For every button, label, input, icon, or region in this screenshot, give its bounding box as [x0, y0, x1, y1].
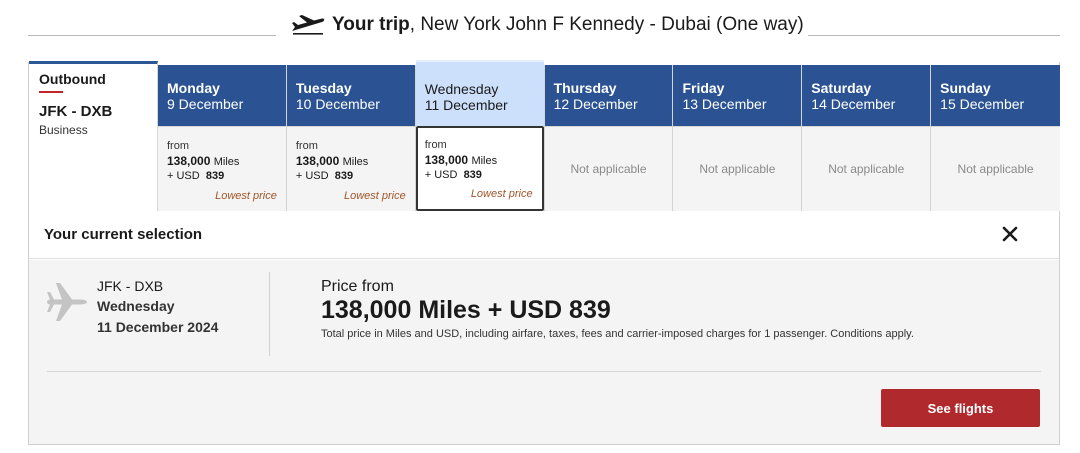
outbound-route: JFK - DXB	[39, 103, 113, 120]
lowest-price-label: Lowest price	[215, 190, 277, 202]
lowest-price-label: Lowest price	[343, 190, 406, 202]
fare-miles-value: 138,000	[295, 154, 340, 168]
day-name: Thursday	[553, 80, 617, 96]
outbound-label: Outbound	[39, 71, 106, 87]
selection-day: Wednesday	[97, 298, 175, 314]
day-date: 10 December	[295, 96, 380, 112]
fare-usd-prefix: + USD	[295, 170, 329, 182]
fare-miles-value: 138,000	[424, 153, 469, 167]
day-fare: Not applicable	[931, 126, 1061, 211]
fare-usd: + USD 839	[167, 170, 224, 182]
header-rule-left	[28, 35, 276, 36]
day-header: Saturday 14 December	[802, 65, 931, 126]
day-header: Friday 13 December	[673, 65, 802, 126]
day-date: 9 December	[167, 96, 244, 112]
close-icon[interactable]	[999, 223, 1021, 245]
fare-miles: 138,000 Miles	[296, 154, 368, 168]
day-header: Tuesday 10 December	[286, 65, 415, 126]
fare-usd-value: 839	[205, 170, 225, 182]
selection-header: Your current selection	[29, 211, 1059, 259]
fare-from: from	[424, 139, 447, 151]
fare-usd-value: 839	[463, 169, 482, 181]
day-name: Sunday	[940, 80, 991, 96]
plane-takeoff-icon	[290, 14, 326, 36]
fare-miles-unit: Miles	[471, 155, 498, 167]
day-fare[interactable]: from 138,000 Miles + USD 839 Lowest pric…	[415, 126, 544, 211]
fare-miles: 138,000 Miles	[167, 154, 239, 168]
selection-title: Your current selection	[44, 226, 203, 243]
plane-icon	[43, 278, 91, 326]
fare-usd: + USD 839	[296, 170, 353, 182]
not-applicable-label: Not applicable	[828, 162, 905, 176]
trip-title-route: , New York John F Kennedy - Dubai (One w…	[409, 14, 804, 35]
not-applicable-label: Not applicable	[957, 162, 1034, 176]
day-sunday: Sunday 15 December Not applicable	[931, 65, 1061, 211]
day-monday[interactable]: Monday 9 December from 138,000 Miles + U…	[158, 65, 287, 211]
selection-body: JFK - DXB Wednesday 11 December 2024 Pri…	[29, 260, 1059, 444]
day-header: Monday 9 December	[158, 65, 286, 126]
fare-usd-prefix: + USD	[167, 170, 200, 182]
day-header: Wednesday 11 December	[415, 60, 544, 126]
fare-miles-unit: Miles	[213, 156, 240, 168]
day-date: 14 December	[811, 96, 896, 112]
day-date: 15 December	[940, 96, 1025, 112]
day-wednesday-selected[interactable]: Wednesday 11 December from 138,000 Miles…	[415, 60, 545, 211]
lowest-price-label: Lowest price	[470, 188, 533, 200]
fare-usd-value: 839	[334, 170, 354, 182]
outbound-cabin: Business	[39, 123, 88, 137]
price-total: 138,000 Miles + USD 839	[321, 296, 611, 324]
price-disclaimer: Total price in Miles and USD, including …	[321, 328, 914, 340]
fare-miles: 138,000 Miles	[425, 153, 497, 167]
date-selector: Monday 9 December from 138,000 Miles + U…	[158, 60, 1061, 211]
fare-miles-value: 138,000	[167, 154, 211, 168]
fare-from: from	[167, 140, 189, 152]
day-thursday: Thursday 12 December Not applicable	[544, 65, 674, 211]
day-fare: Not applicable	[673, 126, 802, 211]
selection-separator	[47, 371, 1041, 372]
fare-miles-unit: Miles	[342, 156, 369, 168]
selection-divider	[269, 272, 270, 356]
price-from-label: Price from	[321, 278, 394, 295]
day-friday: Friday 13 December Not applicable	[673, 65, 803, 211]
fare-from: from	[295, 140, 318, 152]
not-applicable-label: Not applicable	[699, 162, 776, 176]
day-fare[interactable]: from 138,000 Miles + USD 839 Lowest pric…	[286, 126, 415, 211]
fare-usd-prefix: + USD	[424, 169, 458, 181]
day-header: Thursday 12 December	[544, 65, 673, 126]
selection-date: 11 December 2024	[97, 319, 219, 335]
trip-header: Your trip , New York John F Kennedy - Du…	[28, 0, 1060, 56]
day-header: Sunday 15 December	[931, 65, 1061, 126]
selection-route: JFK - DXB	[97, 278, 164, 294]
day-name: Saturday	[811, 80, 872, 96]
day-fare: Not applicable	[802, 126, 931, 211]
not-applicable-label: Not applicable	[570, 162, 647, 176]
day-date: 12 December	[553, 96, 638, 112]
trip-title: Your trip , New York John F Kennedy - Du…	[290, 14, 830, 36]
see-flights-button[interactable]: See flights	[881, 389, 1040, 427]
day-date: 13 December	[682, 96, 767, 112]
day-fare: Not applicable	[544, 126, 673, 211]
trip-title-bold: Your trip	[332, 14, 410, 35]
header-rule-right	[808, 35, 1060, 36]
day-name: Tuesday	[295, 80, 352, 96]
day-fare[interactable]: from 138,000 Miles + USD 839 Lowest pric…	[158, 126, 286, 211]
day-date: 11 December	[424, 97, 508, 113]
day-name: Friday	[682, 80, 725, 96]
day-saturday: Saturday 14 December Not applicable	[802, 65, 932, 211]
outbound-underline	[39, 91, 63, 93]
day-name: Monday	[167, 80, 220, 96]
outbound-tab[interactable]: Outbound JFK - DXB Business	[29, 61, 158, 211]
day-name: Wednesday	[424, 81, 499, 97]
day-tuesday[interactable]: Tuesday 10 December from 138,000 Miles +…	[286, 65, 416, 211]
fare-usd: + USD 839	[425, 169, 482, 181]
